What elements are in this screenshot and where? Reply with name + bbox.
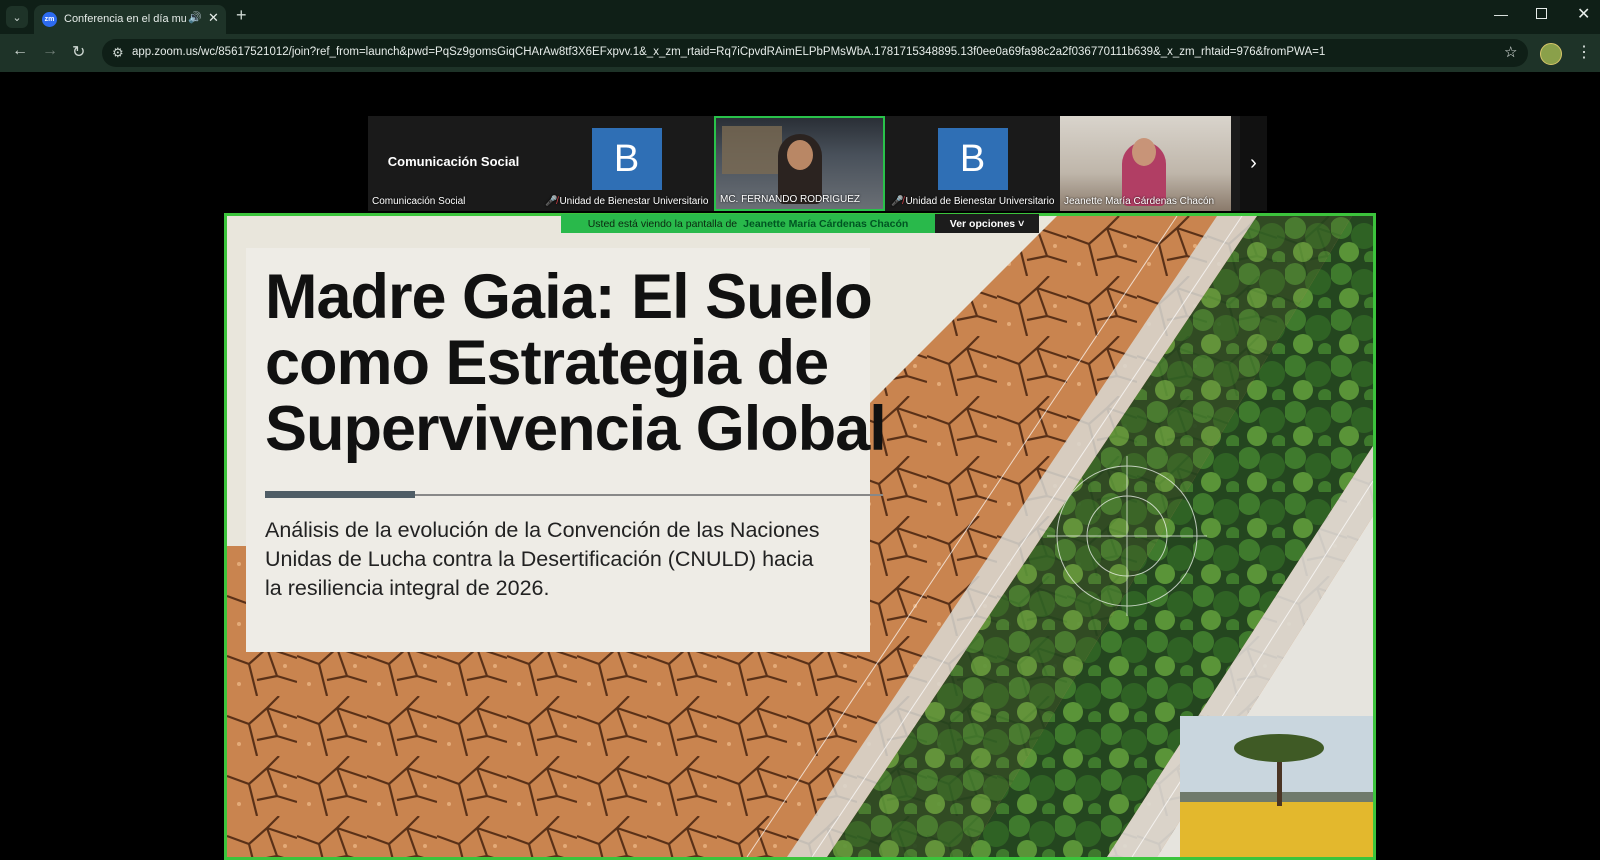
reload-icon[interactable]: ↻	[72, 42, 85, 62]
participant-label: Comunicación Social	[372, 196, 466, 207]
next-participants-chevron-icon[interactable]: ›	[1240, 116, 1267, 211]
participant-display-name: Comunicación Social	[387, 154, 520, 169]
participant-label: Jeanette María Cárdenas Chacón	[1064, 196, 1215, 207]
muted-mic-icon: 🎤̸	[545, 196, 558, 207]
video-face	[1132, 138, 1156, 166]
window-close-icon[interactable]: ✕	[1577, 4, 1590, 24]
slide-title: Madre Gaia: El Suelo como Estrategia de …	[265, 262, 887, 464]
video-face	[787, 140, 813, 170]
participant-strip: Comunicación Social Comunicación Social …	[368, 116, 1267, 211]
participant-tile[interactable]: Comunicación Social Comunicación Social	[368, 116, 539, 211]
view-options-button[interactable]: Ver opciones ˅	[935, 214, 1039, 233]
browser-menu-icon[interactable]: ⋮	[1576, 42, 1592, 62]
forward-icon[interactable]: →	[42, 42, 58, 60]
participant-label: 🎤̸ Unidad de Bienestar Universitario	[545, 196, 708, 207]
avatar: B	[591, 128, 662, 190]
url-text[interactable]: app.zoom.us/wc/85617521012/join?ref_from…	[132, 46, 1492, 58]
video-background	[722, 126, 782, 174]
profile-avatar-icon[interactable]	[1540, 43, 1562, 65]
slide-subtitle: Análisis de la evolución de la Convenció…	[265, 518, 820, 600]
new-tab-icon[interactable]: +	[236, 5, 247, 26]
share-status: Usted está viendo la pantalla de Jeanett…	[561, 214, 935, 233]
minimize-icon[interactable]: —	[1494, 6, 1508, 22]
chevron-down-icon: ˅	[1018, 217, 1025, 230]
zoom-favicon-icon: zm	[42, 12, 57, 27]
participant-name: Unidad de Bienestar Universitario	[905, 196, 1055, 207]
acacia-trunk	[1277, 756, 1282, 806]
browser-tab[interactable]: zm Conferencia en el día mundial 🔊 ✕	[34, 5, 226, 34]
browser-tab-bar: ⌄ zm Conferencia en el día mundial 🔊 ✕ +…	[0, 0, 1600, 34]
close-tab-icon[interactable]: ✕	[208, 10, 219, 26]
address-bar[interactable]: ⚙ app.zoom.us/wc/85617521012/join?ref_fr…	[102, 39, 1528, 67]
back-icon[interactable]: ←	[12, 42, 28, 60]
participant-tile[interactable]: B 🎤̸ Unidad de Bienestar Universitario	[541, 116, 712, 211]
participant-tile[interactable]: B 🎤̸ Unidad de Bienestar Universitario	[887, 116, 1058, 211]
muted-mic-icon: 🎤̸	[891, 196, 904, 207]
avatar: B	[937, 128, 1008, 190]
share-status-text: Usted está viendo la pantalla de	[587, 217, 738, 230]
restore-icon[interactable]	[1536, 8, 1547, 19]
shared-screen: Madre Gaia: El Suelo como Estrategia de …	[224, 213, 1376, 860]
speaker-icon[interactable]: 🔊	[188, 11, 202, 24]
participant-tile-active-speaker[interactable]: MC. FERNANDO RODRIGUEZ	[714, 116, 885, 211]
participant-label: MC. FERNANDO RODRIGUEZ	[720, 194, 860, 205]
acacia-tree-icon	[1234, 734, 1324, 762]
browser-toolbar: ← → ↻ ⚙ app.zoom.us/wc/85617521012/join?…	[0, 34, 1600, 72]
view-options-label: Ver opciones	[949, 217, 1016, 230]
screen-share-banner: Usted está viendo la pantalla de Jeanett…	[561, 214, 1039, 233]
participant-label: 🎤̸ Unidad de Bienestar Universitario	[891, 196, 1054, 207]
participant-tile[interactable]: Jeanette María Cárdenas Chacón	[1060, 116, 1231, 211]
title-divider-accent	[265, 491, 415, 498]
participant-name: Unidad de Bienestar Universitario	[559, 196, 709, 207]
bookmark-star-icon[interactable]: ☆	[1504, 43, 1517, 61]
tab-search-chevron-icon[interactable]: ⌄	[6, 6, 28, 28]
site-info-icon[interactable]: ⚙	[112, 45, 124, 61]
tab-title: Conferencia en el día mundial	[64, 13, 186, 25]
share-presenter-name: Jeanette María Cárdenas Chacón	[743, 217, 909, 230]
